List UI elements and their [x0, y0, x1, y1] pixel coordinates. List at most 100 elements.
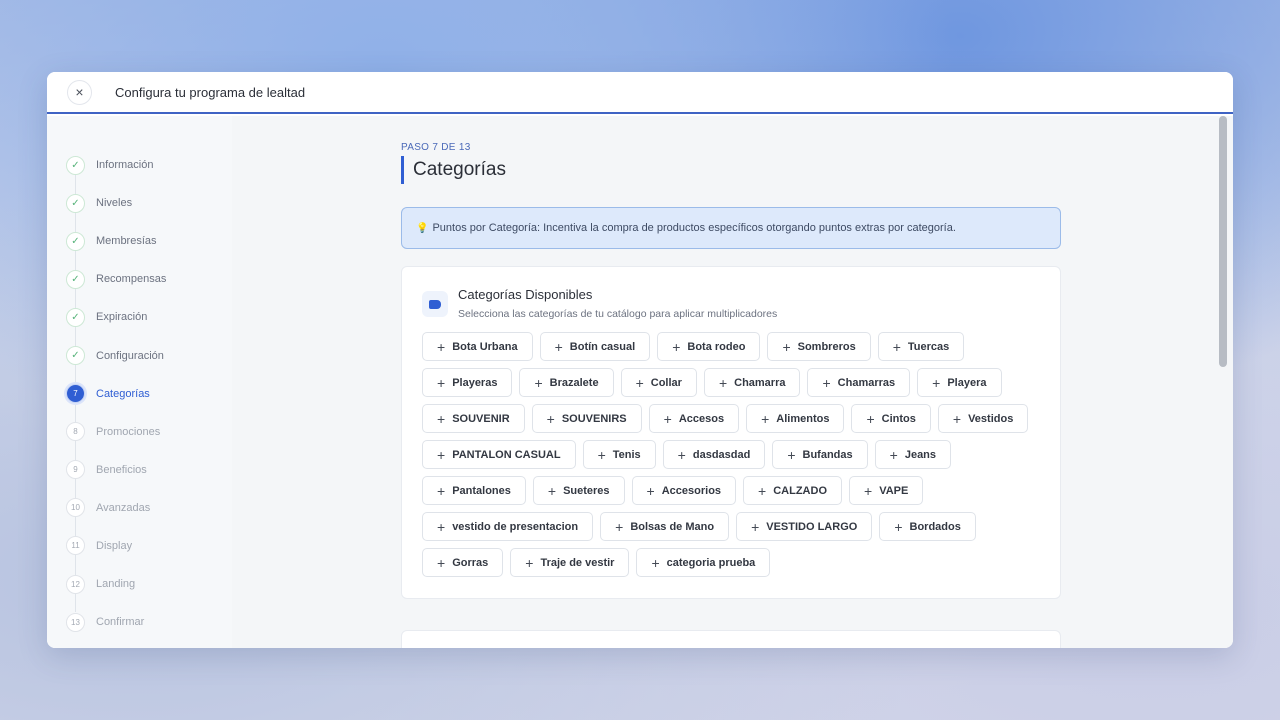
category-chip-label: Bordados [909, 520, 961, 533]
category-chip[interactable]: + PANTALON CASUAL [422, 440, 576, 469]
next-section-card [401, 630, 1061, 648]
category-chip[interactable]: + Accesorios [631, 476, 737, 505]
step-item[interactable]: ✓ Información [47, 146, 232, 184]
plus-icon: + [889, 446, 898, 463]
category-chip[interactable]: + Traje de vestir [510, 548, 630, 577]
category-chip[interactable]: + Playera [917, 368, 1002, 397]
category-chip[interactable]: + Chamarras [807, 368, 911, 397]
category-chip-label: SOUVENIR [452, 412, 510, 425]
plus-icon: + [437, 482, 446, 499]
card-title: Categorías Disponibles [458, 287, 593, 302]
category-chip[interactable]: + Vestidos [937, 404, 1029, 433]
category-chip[interactable]: + Sueteres [532, 476, 625, 505]
step-item[interactable]: 12 Landing [47, 565, 232, 603]
category-chip[interactable]: + Collar [620, 368, 697, 397]
step-item[interactable]: ✓ Configuración [47, 336, 232, 374]
category-chip-label: vestido de presentacion [452, 520, 579, 533]
category-chip[interactable]: + Bordados [879, 512, 976, 541]
category-chip-label: dasdasdad [692, 448, 751, 461]
category-chip[interactable]: + dasdasdad [662, 440, 766, 469]
plus-icon: + [672, 338, 681, 355]
step-item[interactable]: 10 Avanzadas [47, 489, 232, 527]
modal-title: Configura tu programa de lealtad [115, 84, 306, 100]
category-chip-label: Playera [947, 376, 987, 389]
content-column: PASO 7 DE 13 Categorías 💡 Puntos por Cat… [401, 116, 1061, 599]
category-chip-label: SOUVENIRS [561, 412, 627, 425]
plus-icon: + [437, 446, 446, 463]
category-chip[interactable]: + Bolsas de Mano [600, 512, 730, 541]
step-number: 12 [66, 574, 85, 594]
category-chip[interactable]: + Alimentos [746, 404, 845, 433]
category-chip[interactable]: + Cintos [851, 404, 931, 433]
check-icon: ✓ [66, 155, 85, 175]
category-chip[interactable]: + categoria prueba [636, 548, 771, 577]
plus-icon: + [758, 482, 767, 499]
category-chip[interactable]: + SOUVENIRS [531, 404, 642, 433]
card-header: Categorías Disponibles Selecciona las ca… [422, 287, 1040, 320]
category-chip[interactable]: + Botín casual [539, 332, 651, 361]
category-chip-list: + Bota Urbana + Botín casual + Bota rodeo + Som… [422, 332, 1040, 584]
step-label: Beneficios [96, 463, 147, 476]
category-chip[interactable]: + Pantalones [422, 476, 526, 505]
step-label: Información [96, 159, 154, 172]
category-chip[interactable]: + Accesos [648, 404, 740, 433]
step-item[interactable]: ✓ Niveles [47, 184, 232, 222]
plus-icon: + [718, 374, 728, 391]
main-content[interactable]: PASO 7 DE 13 Categorías 💡 Puntos por Cat… [232, 116, 1233, 648]
step-label: Display [96, 539, 133, 552]
step-item[interactable]: 9 Beneficios [47, 451, 232, 489]
scrollbar[interactable] [1219, 116, 1229, 648]
plus-icon: + [751, 518, 760, 535]
step-label: Confirmar [96, 616, 145, 629]
category-chip-label: Collar [650, 376, 682, 389]
plus-icon: + [822, 374, 831, 391]
category-chip-label: Chamarras [837, 376, 896, 389]
category-chip[interactable]: + Bota Urbana [422, 332, 533, 361]
step-item[interactable]: 7 Categorías [47, 375, 232, 413]
category-chip[interactable]: + Jeans [874, 440, 952, 469]
page-title: Categorías [401, 156, 1061, 184]
category-chip[interactable]: + Bota rodeo [657, 332, 761, 361]
category-chip[interactable]: + Sombreros [767, 332, 871, 361]
step-label: Configuración [96, 349, 164, 362]
category-chip[interactable]: + Gorras [422, 548, 504, 577]
plus-icon: + [615, 518, 624, 535]
category-chip[interactable]: + vestido de presentacion [422, 512, 594, 541]
info-banner: 💡 Puntos por Categoría: Incentiva la com… [401, 207, 1061, 249]
category-chip[interactable]: + VAPE [849, 476, 924, 505]
category-chip[interactable]: + Playeras [422, 368, 513, 397]
category-chip[interactable]: + VESTIDO LARGO [736, 512, 873, 541]
step-item[interactable]: 11 Display [47, 527, 232, 565]
step-label: Recompensas [96, 273, 167, 286]
step-item[interactable]: ✓ Membresías [47, 222, 232, 260]
category-chip[interactable]: + CALZADO [743, 476, 843, 505]
tag-icon [422, 291, 448, 317]
category-chip-label: Cintos [881, 412, 916, 425]
category-chip[interactable]: + Tenis [582, 440, 656, 469]
plus-icon: + [787, 446, 796, 463]
category-chip-label: Pantalones [452, 484, 511, 497]
category-chip[interactable]: + SOUVENIR [422, 404, 525, 433]
category-chip[interactable]: + Chamarra [703, 368, 801, 397]
plus-icon: + [437, 410, 446, 427]
check-icon: ✓ [66, 269, 85, 289]
step-item[interactable]: 8 Promociones [47, 413, 232, 451]
scrollbar-thumb[interactable] [1219, 116, 1227, 367]
category-chip[interactable]: + Brazalete [519, 368, 614, 397]
plus-icon: + [554, 338, 563, 355]
category-chip[interactable]: + Tuercas [877, 332, 965, 361]
info-banner-text: Puntos por Categoría: Incentiva la compr… [432, 222, 956, 234]
category-chip-label: Brazalete [549, 376, 599, 389]
category-chip-label: Tenis [612, 448, 641, 461]
step-item[interactable]: 13 Confirmar [47, 603, 232, 641]
category-chip[interactable]: + Bufandas [772, 440, 868, 469]
plus-icon: + [761, 410, 770, 427]
card-subtitle: Selecciona las categorías de tu catálogo… [458, 308, 778, 320]
step-item[interactable]: ✓ Recompensas [47, 260, 232, 298]
step-number: 7 [66, 384, 85, 404]
plus-icon: + [437, 518, 446, 535]
plus-icon: + [864, 482, 873, 499]
close-icon[interactable]: × [67, 79, 92, 105]
step-item[interactable]: ✓ Expiración [47, 298, 232, 336]
loyalty-config-modal: × Configura tu programa de lealtad ✓ Info… [47, 72, 1233, 648]
